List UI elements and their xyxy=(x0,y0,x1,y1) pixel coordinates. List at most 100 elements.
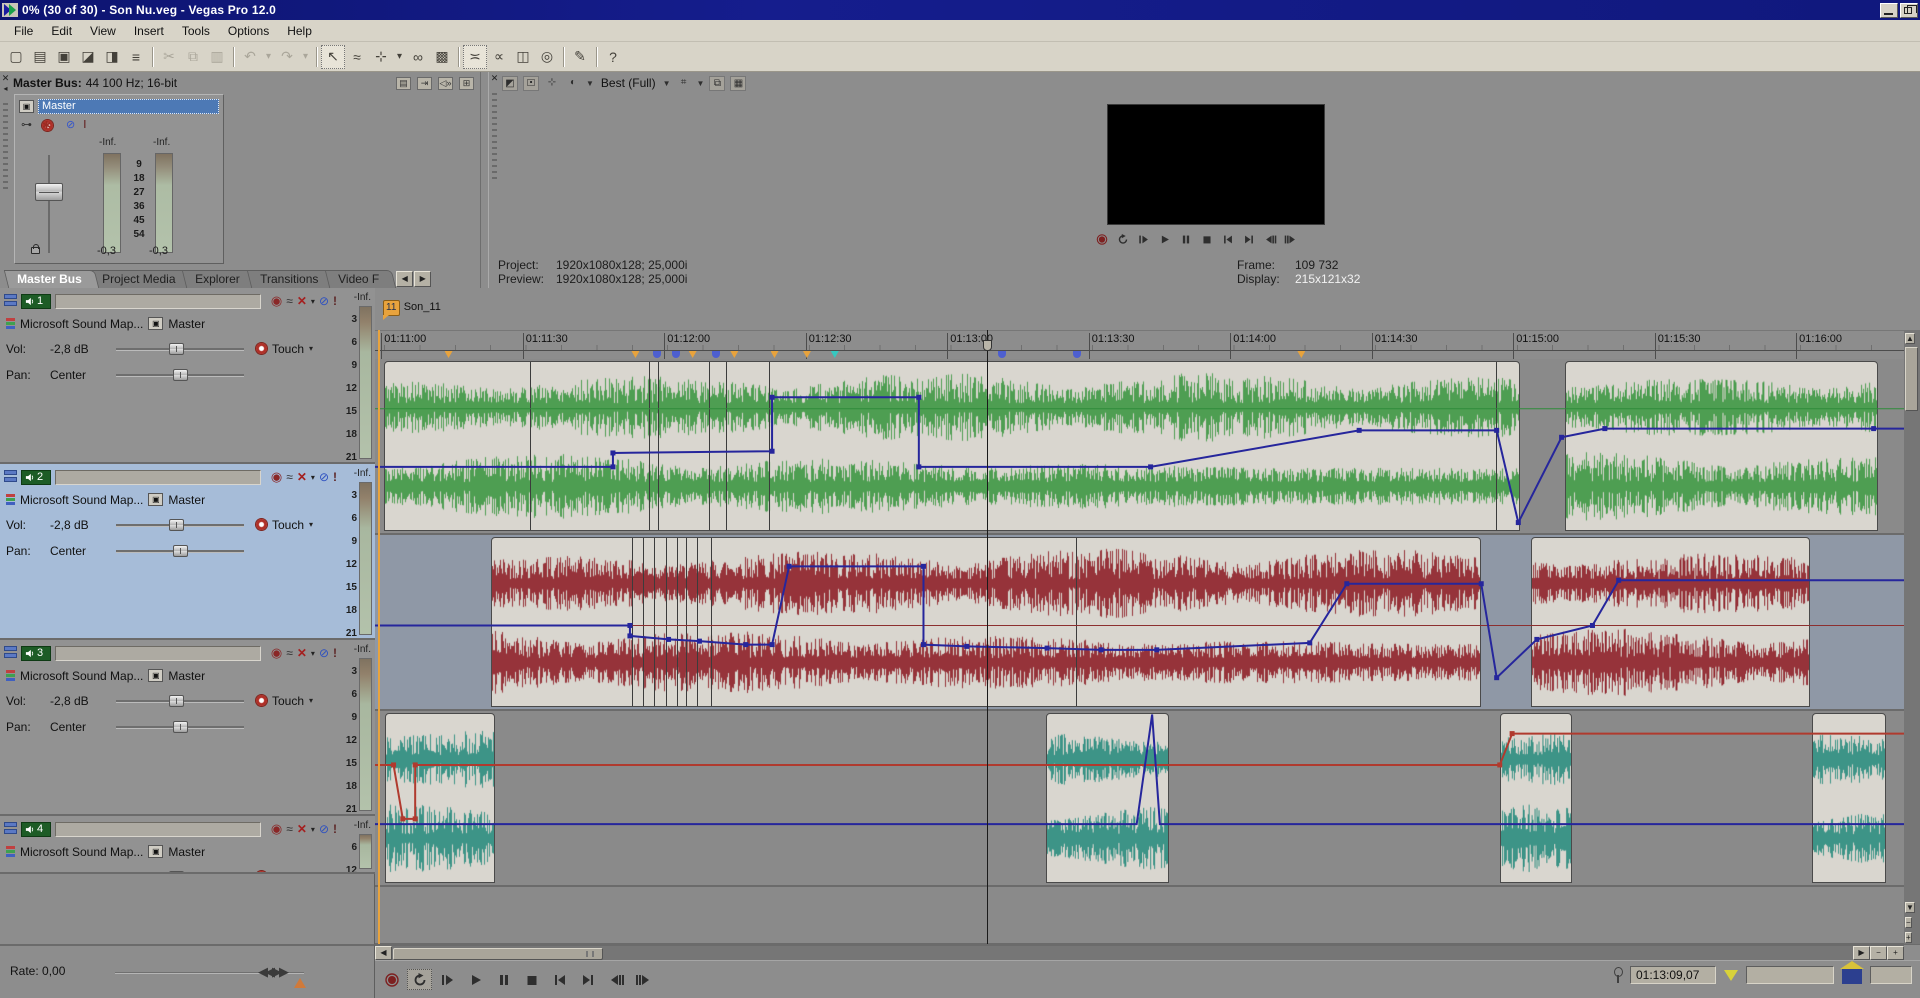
pan-slider-thumb[interactable] xyxy=(173,545,188,557)
audio-device-icon[interactable] xyxy=(6,318,15,329)
ruler-marker-icon[interactable] xyxy=(730,351,738,358)
new-project-icon[interactable]: ▢ xyxy=(4,45,28,69)
track-height-buttons[interactable] xyxy=(4,470,17,484)
volume-slider[interactable] xyxy=(116,695,244,707)
invert-phase-button[interactable]: ǃ xyxy=(333,470,337,484)
stop-button[interactable] xyxy=(519,969,544,990)
track-zoom-out-icon[interactable]: − xyxy=(1905,917,1912,928)
pan-slider[interactable] xyxy=(116,369,244,381)
track-header-2[interactable]: 2◉≈✕▾⊘ǃMicrosoft Sound Map...▣MasterVol:… xyxy=(0,464,375,640)
master-fader[interactable] xyxy=(35,183,63,201)
track-height-buttons[interactable] xyxy=(4,646,17,660)
audio-device-icon[interactable] xyxy=(6,494,15,505)
mute-dropdown-icon[interactable]: ▾ xyxy=(311,473,315,482)
audio-event[interactable] xyxy=(1531,537,1811,707)
vol-value[interactable]: -2,8 dB xyxy=(50,342,116,356)
play-from-start-button[interactable] xyxy=(435,969,460,990)
dock-menu-icon[interactable]: ◩ xyxy=(502,76,518,91)
save-project-icon[interactable]: ▣ xyxy=(52,45,76,69)
minimize-track-icon[interactable] xyxy=(4,822,17,827)
track-number-badge[interactable]: 4 xyxy=(21,822,51,837)
marker-bar[interactable]: 11 Son_11 xyxy=(375,298,1920,330)
audio-event[interactable] xyxy=(1812,713,1886,883)
copy-snapshot-icon[interactable]: ⧉ xyxy=(709,76,725,91)
mute-button[interactable]: ✕ xyxy=(297,294,307,308)
time-ruler[interactable]: 01:11:0001:11:3001:12:0001:12:3001:13:00… xyxy=(375,330,1920,351)
save-snapshot-icon[interactable]: ▦ xyxy=(730,76,746,91)
lock-envelopes-icon[interactable]: ▩ xyxy=(430,45,454,69)
track-height-buttons[interactable] xyxy=(4,294,17,308)
insert-bus-icon[interactable]: ⊞ xyxy=(459,77,474,90)
volume-slider-thumb[interactable] xyxy=(169,519,184,531)
external-monitor-icon[interactable]: ⊹ xyxy=(544,76,560,91)
automation-mode[interactable]: Touch xyxy=(272,518,304,532)
automation-settings-icon[interactable] xyxy=(256,519,267,530)
ruler-marker-icon[interactable] xyxy=(771,351,779,358)
track-number-badge[interactable]: 1 xyxy=(21,294,51,309)
selection-field[interactable] xyxy=(1746,966,1834,984)
length-field[interactable] xyxy=(1870,966,1912,984)
dock-grip[interactable] xyxy=(492,89,497,179)
previous-frame-button[interactable] xyxy=(603,969,628,990)
volume-slider[interactable] xyxy=(116,519,244,531)
scroll-right-icon[interactable]: ▶ xyxy=(1853,946,1870,960)
ignore-event-grouping-icon[interactable]: ◫ xyxy=(511,45,535,69)
pan-slider[interactable] xyxy=(116,721,244,733)
vertical-scrollbar[interactable]: ▲ ▼ − + xyxy=(1904,330,1920,944)
tab-scroll-right-icon[interactable]: ▶ xyxy=(414,271,431,287)
track-lane-1[interactable] xyxy=(375,359,1920,535)
horizontal-scrollbar[interactable]: ◀ ▶ − + xyxy=(375,944,1904,960)
solo-button[interactable]: ⊘ xyxy=(319,470,329,484)
next-frame-button[interactable] xyxy=(631,969,656,990)
audio-event[interactable] xyxy=(1500,713,1573,883)
audio-event[interactable] xyxy=(1046,713,1170,883)
dim-icon[interactable]: ǀ xyxy=(83,119,86,131)
track-name-field[interactable] xyxy=(55,822,261,837)
vol-value[interactable]: -2.8 dB xyxy=(50,870,116,875)
edit-tool-dropdown-icon[interactable]: ▾ xyxy=(393,45,406,69)
arm-record-button[interactable]: ◉ xyxy=(271,822,282,836)
mute-button[interactable]: ✕ xyxy=(297,470,307,484)
collapse-icon[interactable]: ◂ xyxy=(3,85,7,93)
automation-settings-icon[interactable] xyxy=(256,695,267,706)
volume-slider[interactable] xyxy=(116,343,244,355)
whats-this-help-icon[interactable]: ? xyxy=(601,45,625,69)
zoom-out-icon[interactable]: − xyxy=(1870,946,1887,960)
preview-play-button[interactable] xyxy=(1156,232,1174,247)
close-icon[interactable]: ✕ xyxy=(491,74,499,83)
track-header-1[interactable]: 1◉≈✕▾⊘ǃMicrosoft Sound Map...▣MasterVol:… xyxy=(0,288,375,464)
audio-event[interactable] xyxy=(491,537,1481,707)
zoom-edit-tool-icon[interactable]: ◎ xyxy=(535,45,559,69)
invert-phase-button[interactable]: ǃ xyxy=(333,294,337,308)
ruler-marker-icon[interactable] xyxy=(998,351,1006,358)
status-time-field[interactable]: 01:13:09,07 xyxy=(1630,966,1716,984)
audio-event[interactable] xyxy=(384,361,1520,531)
automation-mode[interactable]: Touch xyxy=(272,694,304,708)
timeline-marker[interactable]: 11 Son_11 xyxy=(383,300,441,316)
rate-shuttle-handle[interactable]: ◀◀▶▶ xyxy=(258,964,286,980)
restore-button[interactable] xyxy=(1900,3,1918,18)
minimize-track-icon[interactable] xyxy=(4,470,17,475)
insert-fx-icon[interactable]: ⊶ xyxy=(21,119,32,131)
pan-value[interactable]: Center xyxy=(50,368,116,382)
menu-insert[interactable]: Insert xyxy=(126,22,172,40)
mute-button[interactable]: ✕ xyxy=(297,822,307,836)
arm-record-button[interactable]: ◉ xyxy=(271,470,282,484)
edit-details-icon[interactable]: ≡ xyxy=(124,45,148,69)
audio-device-icon[interactable] xyxy=(6,846,15,857)
track-lane-3[interactable] xyxy=(375,711,1920,887)
preview-pause-button[interactable] xyxy=(1177,232,1195,247)
restore-track-icon[interactable] xyxy=(4,653,17,658)
tab-master-bus[interactable]: Master Bus xyxy=(4,270,99,288)
invert-phase-button[interactable]: ǃ xyxy=(333,822,337,836)
tab-project-media[interactable]: Project Media xyxy=(88,270,192,288)
track-device-name[interactable]: Microsoft Sound Map... xyxy=(20,317,143,331)
bus-properties-icon[interactable]: ▤ xyxy=(396,77,411,90)
track-fx-button[interactable]: ≈ xyxy=(286,822,293,836)
overlay-grid-icon[interactable]: ⌗ xyxy=(676,76,692,91)
go-to-start-button[interactable] xyxy=(547,969,572,990)
scroll-down-icon[interactable]: ▼ xyxy=(1905,902,1915,913)
group-events-icon[interactable]: ∞ xyxy=(406,45,430,69)
ruler-marker-icon[interactable] xyxy=(653,351,661,358)
automation-settings-icon[interactable] xyxy=(256,343,267,354)
